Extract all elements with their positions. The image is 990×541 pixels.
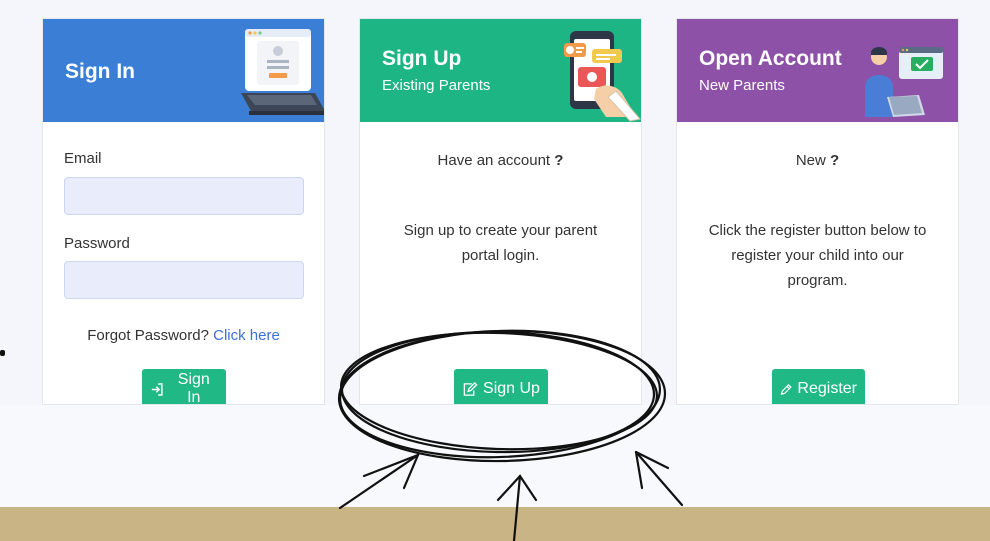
- signin-header: Sign In: [43, 19, 324, 122]
- laptop-login-illustration-icon: [241, 29, 324, 115]
- open-account-desc-line2: register your child into our: [731, 247, 904, 264]
- signin-button[interactable]: Sign In: [142, 369, 226, 405]
- signup-desc-line1: Sign up to create your parent: [403, 222, 598, 239]
- signup-desc-line2: portal login.: [461, 247, 540, 264]
- signin-button-label: Sign In: [177, 371, 210, 405]
- open-account-question-text: New: [795, 152, 826, 169]
- phone-signup-illustration-icon: [564, 31, 641, 122]
- register-button-label: Register: [797, 380, 857, 397]
- signup-question: Have an account ?: [360, 148, 641, 173]
- signup-card: Sign Up Existing Parents Have an account…: [359, 18, 642, 405]
- open-account-desc-line3: program.: [787, 272, 848, 289]
- open-account-question-mark: ?: [830, 152, 840, 169]
- lower-band: [0, 405, 990, 507]
- signup-question-mark: ?: [554, 152, 564, 169]
- signup-header: Sign Up Existing Parents: [360, 19, 641, 122]
- open-account-header: Open Account New Parents: [677, 19, 958, 122]
- open-account-desc-line1: Click the register button below to: [708, 222, 927, 239]
- forgot-password-text: Forgot Password?: [87, 327, 209, 344]
- signin-card: Sign In Email Password Forgot Password? …: [42, 18, 325, 405]
- forgot-password-row: Forgot Password? Click here: [43, 323, 324, 348]
- signup-button[interactable]: Sign Up: [454, 369, 548, 404]
- email-field[interactable]: [64, 177, 304, 215]
- password-label: Password: [64, 235, 130, 252]
- open-account-card: Open Account New Parents New ? Click the…: [676, 18, 959, 405]
- edit-document-icon: [463, 381, 478, 396]
- signup-question-text: Have an account: [437, 152, 551, 169]
- person-laptop-illustration-icon: [865, 47, 943, 117]
- footer-band: [0, 507, 990, 541]
- password-field[interactable]: [64, 261, 304, 299]
- signup-button-label: Sign Up: [483, 380, 540, 397]
- register-button[interactable]: Register: [772, 369, 865, 404]
- pencil-icon: [780, 383, 792, 395]
- open-account-question: New ?: [677, 148, 958, 173]
- forgot-password-link[interactable]: Click here: [213, 327, 280, 344]
- email-label: Email: [64, 150, 102, 167]
- stray-dot: [0, 350, 5, 356]
- login-icon: [151, 382, 163, 396]
